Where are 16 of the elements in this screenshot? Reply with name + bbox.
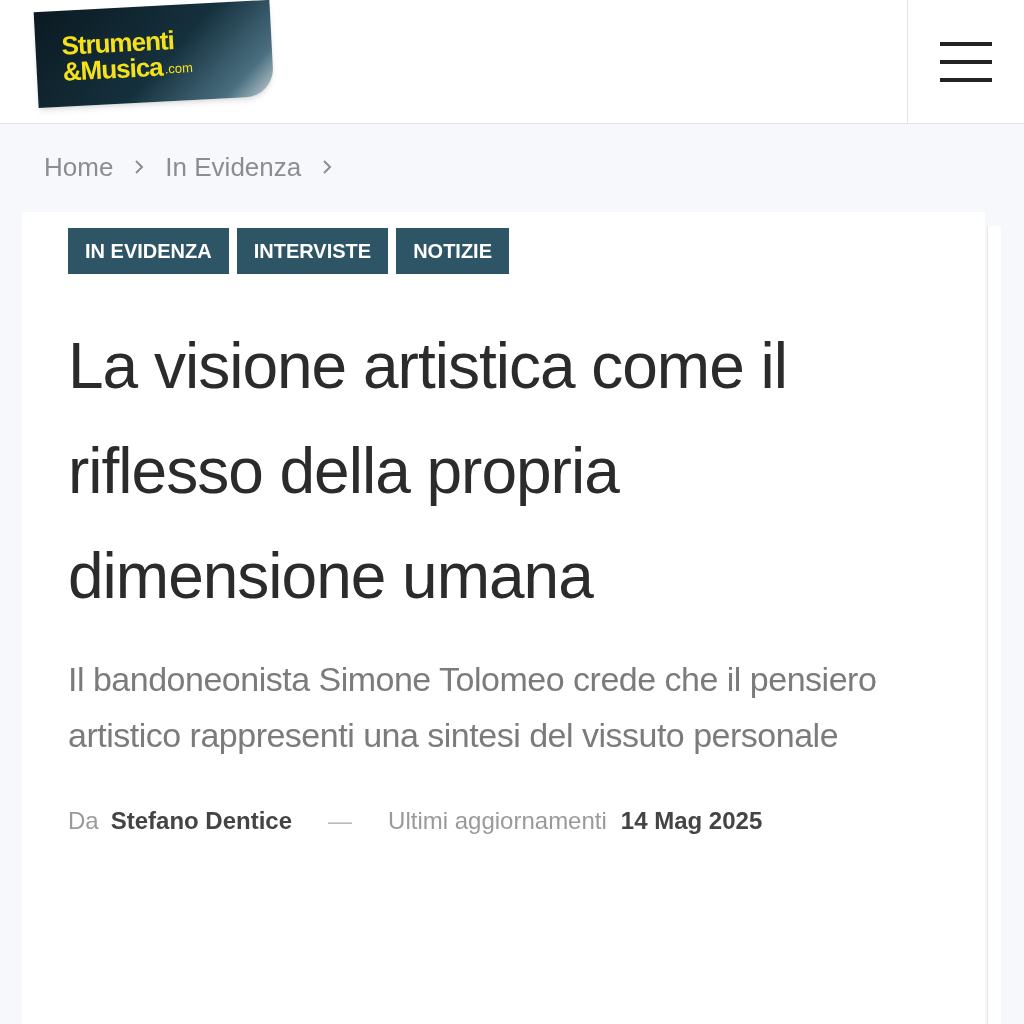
chevron-right-icon — [321, 158, 334, 176]
category-tag[interactable]: IN EVIDENZA — [68, 228, 229, 274]
author-link[interactable]: Stefano Dentice — [110, 803, 293, 839]
logo[interactable]: Strumenti &Musica.com — [33, 0, 275, 109]
category-tag[interactable]: INTERVISTE — [236, 228, 389, 274]
article-title: La visione artistica come il riflesso della propria dimensione umana — [68, 329, 788, 614]
logo-text: Strumenti — [60, 23, 176, 59]
category-tag[interactable]: NOTIZIE — [396, 228, 509, 274]
logo-suffix: .com — [164, 61, 194, 76]
article-subtitle: Il bandoneonista Simone Tolomeo crede che il pensiero artistico rappresenti una sintesi del vissuto personale — [68, 659, 878, 756]
separator: — — [328, 806, 353, 836]
chevron-right-icon — [133, 158, 146, 176]
article-date: 14 Mag 2025 — [620, 806, 763, 836]
updated-label: Ultimi aggiornamenti — [388, 806, 607, 836]
menu-icon[interactable] — [940, 39, 992, 84]
byline-prefix: Da — [68, 806, 99, 836]
